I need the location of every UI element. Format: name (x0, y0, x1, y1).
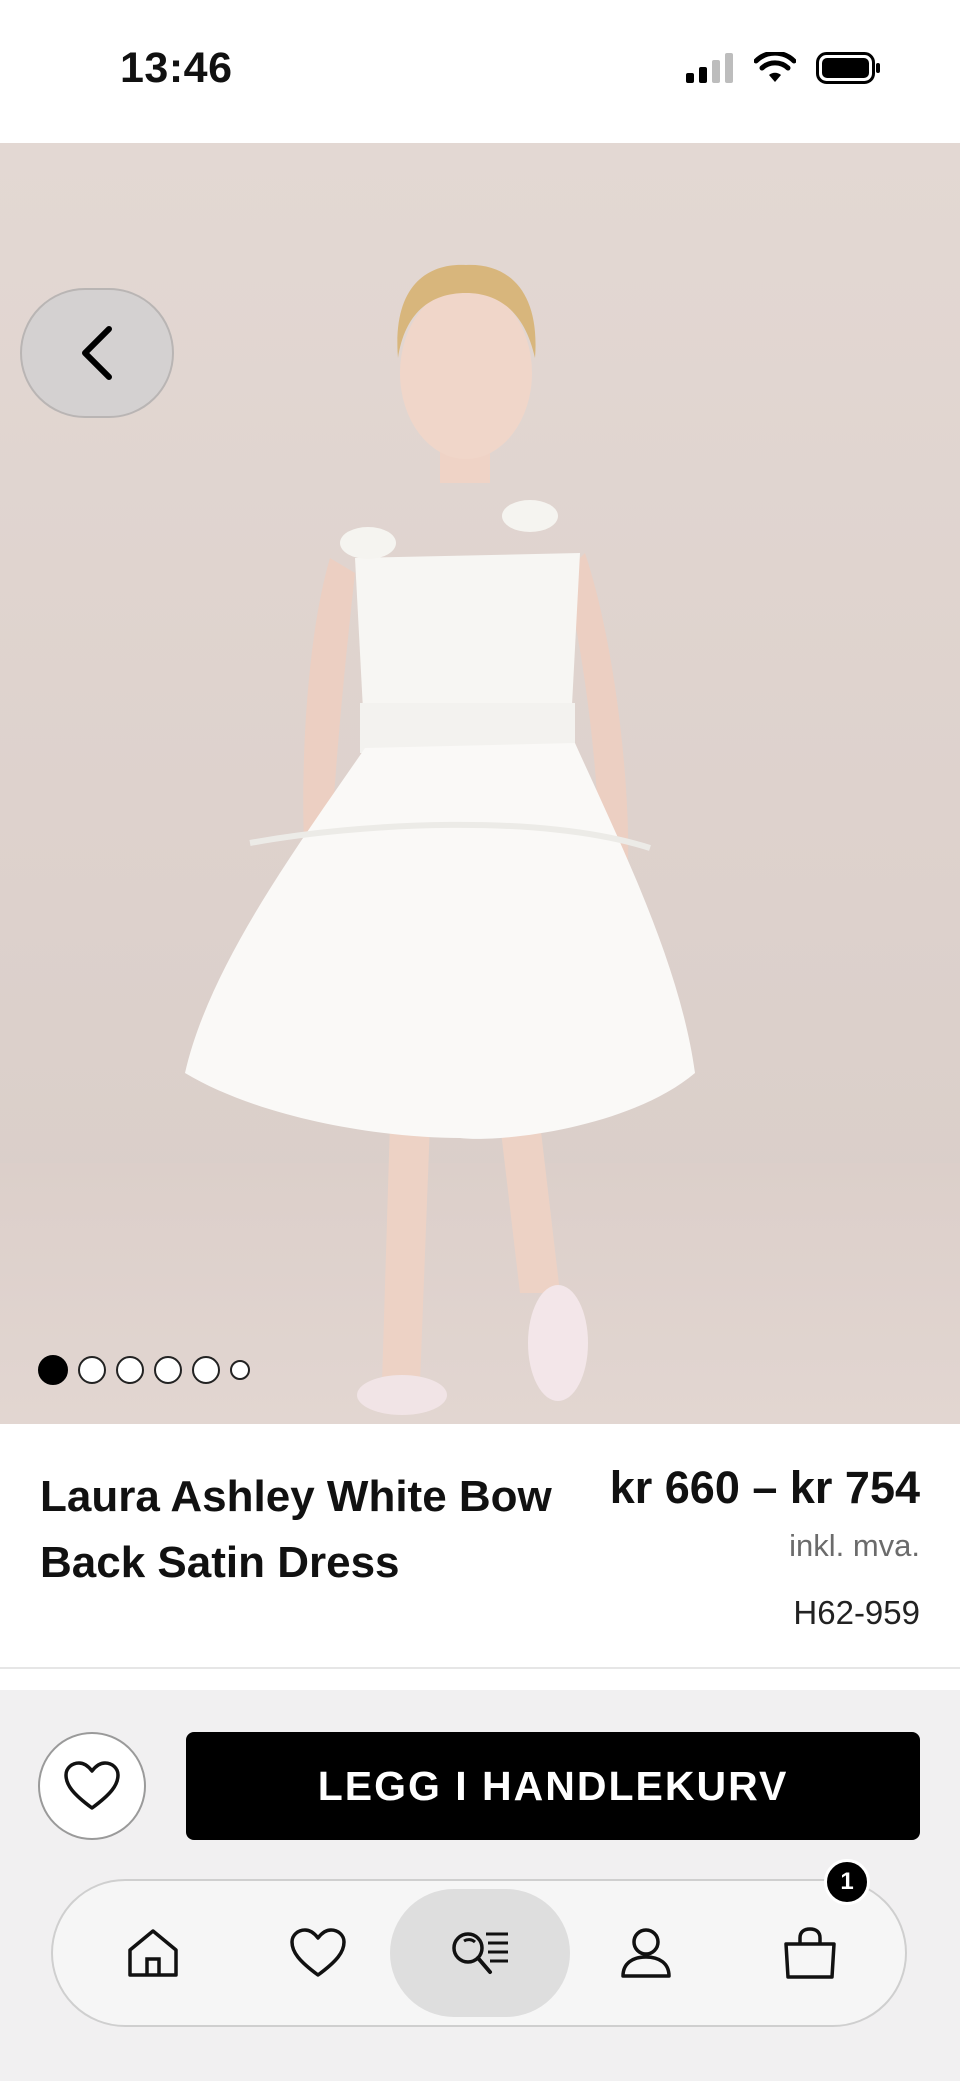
product-image[interactable] (0, 143, 960, 1424)
carousel-dot[interactable] (116, 1356, 144, 1384)
product-price: kr 660 – kr 754 (609, 1462, 920, 1513)
carousel-dot[interactable] (192, 1356, 220, 1384)
back-button[interactable] (20, 288, 174, 418)
divider (0, 1667, 960, 1669)
bottom-tab-bar: 1 (51, 1859, 907, 2027)
status-bar: 13:46 (0, 0, 960, 143)
carousel-dot[interactable] (154, 1356, 182, 1384)
add-to-cart-button[interactable]: LEGG I HANDLEKURV (186, 1732, 920, 1840)
chevron-left-icon (82, 326, 112, 380)
signal-icon (686, 53, 733, 83)
heart-icon (290, 1928, 346, 1977)
carousel-dot[interactable] (38, 1355, 68, 1385)
action-area: LEGG I HANDLEKURV 1 (0, 1690, 960, 2081)
tab-bag[interactable] (735, 1881, 885, 2025)
product-sku: H62-959 (793, 1594, 920, 1631)
vat-note: inkl. mva. (789, 1528, 920, 1563)
product-name: Laura Ashley White Bow Back Satin Dress (40, 1472, 552, 1587)
status-icons (686, 52, 882, 84)
shopping-bag-icon (784, 1927, 836, 1979)
cart-count-badge: 1 (824, 1859, 870, 1905)
tab-home[interactable] (78, 1881, 228, 2025)
tab-search[interactable] (390, 1889, 570, 2017)
carousel-dot[interactable] (230, 1360, 250, 1380)
favorite-button[interactable] (38, 1732, 146, 1840)
carousel-dot[interactable] (78, 1356, 106, 1384)
wifi-icon (754, 52, 796, 82)
carousel-indicator (38, 1355, 250, 1385)
heart-icon (64, 1761, 120, 1810)
search-list-icon (452, 1932, 508, 1974)
status-time: 13:46 (120, 44, 233, 92)
product-info: Laura Ashley White Bow Back Satin Dress … (0, 1424, 960, 1668)
home-icon (128, 1929, 178, 1977)
tab-account[interactable] (571, 1881, 721, 2025)
tab-favorites[interactable] (243, 1881, 393, 2025)
battery-icon (816, 52, 880, 84)
user-icon (621, 1928, 671, 1978)
